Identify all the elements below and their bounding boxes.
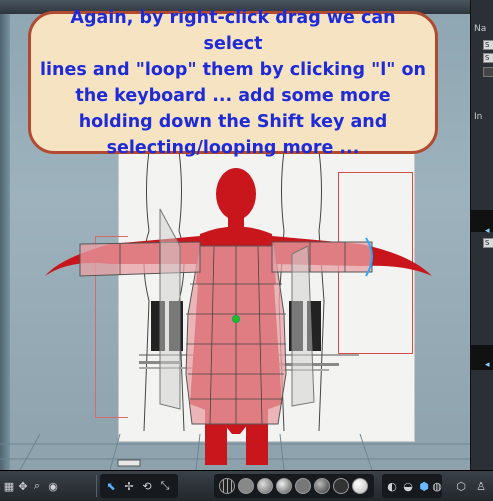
orbit-icon[interactable]: ◉: [46, 477, 60, 495]
panel-button-1[interactable]: S: [483, 40, 493, 50]
move-view-icon[interactable]: ✥: [16, 477, 30, 495]
move-tool-icon[interactable]: ✢: [120, 477, 138, 495]
hex-icon[interactable]: ⬢: [416, 477, 432, 495]
toolbar-separator: [96, 475, 97, 497]
panel-info-label: In: [474, 112, 483, 122]
expand-arrow-icon[interactable]: ◂: [485, 226, 490, 236]
floor-grid: [0, 433, 470, 470]
white-sphere-icon[interactable]: [351, 477, 369, 495]
lights-icon[interactable]: ◐: [384, 477, 400, 495]
wireframe-sphere-icon[interactable]: [218, 477, 236, 495]
smooth-lined-sphere-icon[interactable]: [275, 477, 293, 495]
properties-panel: Na S S In ◂ S ◂: [470, 0, 493, 470]
select-tool-icon[interactable]: ⬉: [102, 477, 120, 495]
light-marker[interactable]: [117, 459, 141, 467]
panel-button-2[interactable]: S: [483, 53, 493, 63]
render-settings-icon[interactable]: ⬡: [452, 477, 470, 495]
render-icon[interactable]: ◍: [432, 477, 442, 495]
bottom-toolbar: ▦ ✥ ⌕ ◉ ⬉ ✢ ⟲ ⤡ ◐ ◒ ⬢ ◍ ⬡ ♙: [0, 470, 493, 501]
tutorial-callout: Again, by right-click drag we can select…: [28, 8, 438, 158]
texture-sphere-icon[interactable]: [294, 477, 312, 495]
dark-sphere-icon[interactable]: [332, 477, 350, 495]
callout-text: Again, by right-click drag we can select…: [40, 7, 426, 158]
figure-icon[interactable]: ♙: [472, 477, 490, 495]
rotate-tool-icon[interactable]: ⟲: [138, 477, 156, 495]
panel-button-3[interactable]: S: [483, 238, 493, 248]
expand-arrow-icon-2[interactable]: ◂: [485, 360, 490, 370]
panel-color-swatch[interactable]: [483, 67, 493, 77]
scale-tool-icon[interactable]: ⤡: [156, 477, 174, 495]
flat-grid-sphere-icon[interactable]: [237, 477, 255, 495]
shaded-sphere-icon[interactable]: [313, 477, 331, 495]
panel-name-label: Na: [474, 24, 487, 34]
lined-sphere-icon[interactable]: [256, 477, 274, 495]
camera-icon[interactable]: ◒: [400, 477, 416, 495]
zoom-icon[interactable]: ⌕: [30, 477, 44, 495]
grid-icon[interactable]: ▦: [2, 477, 16, 495]
